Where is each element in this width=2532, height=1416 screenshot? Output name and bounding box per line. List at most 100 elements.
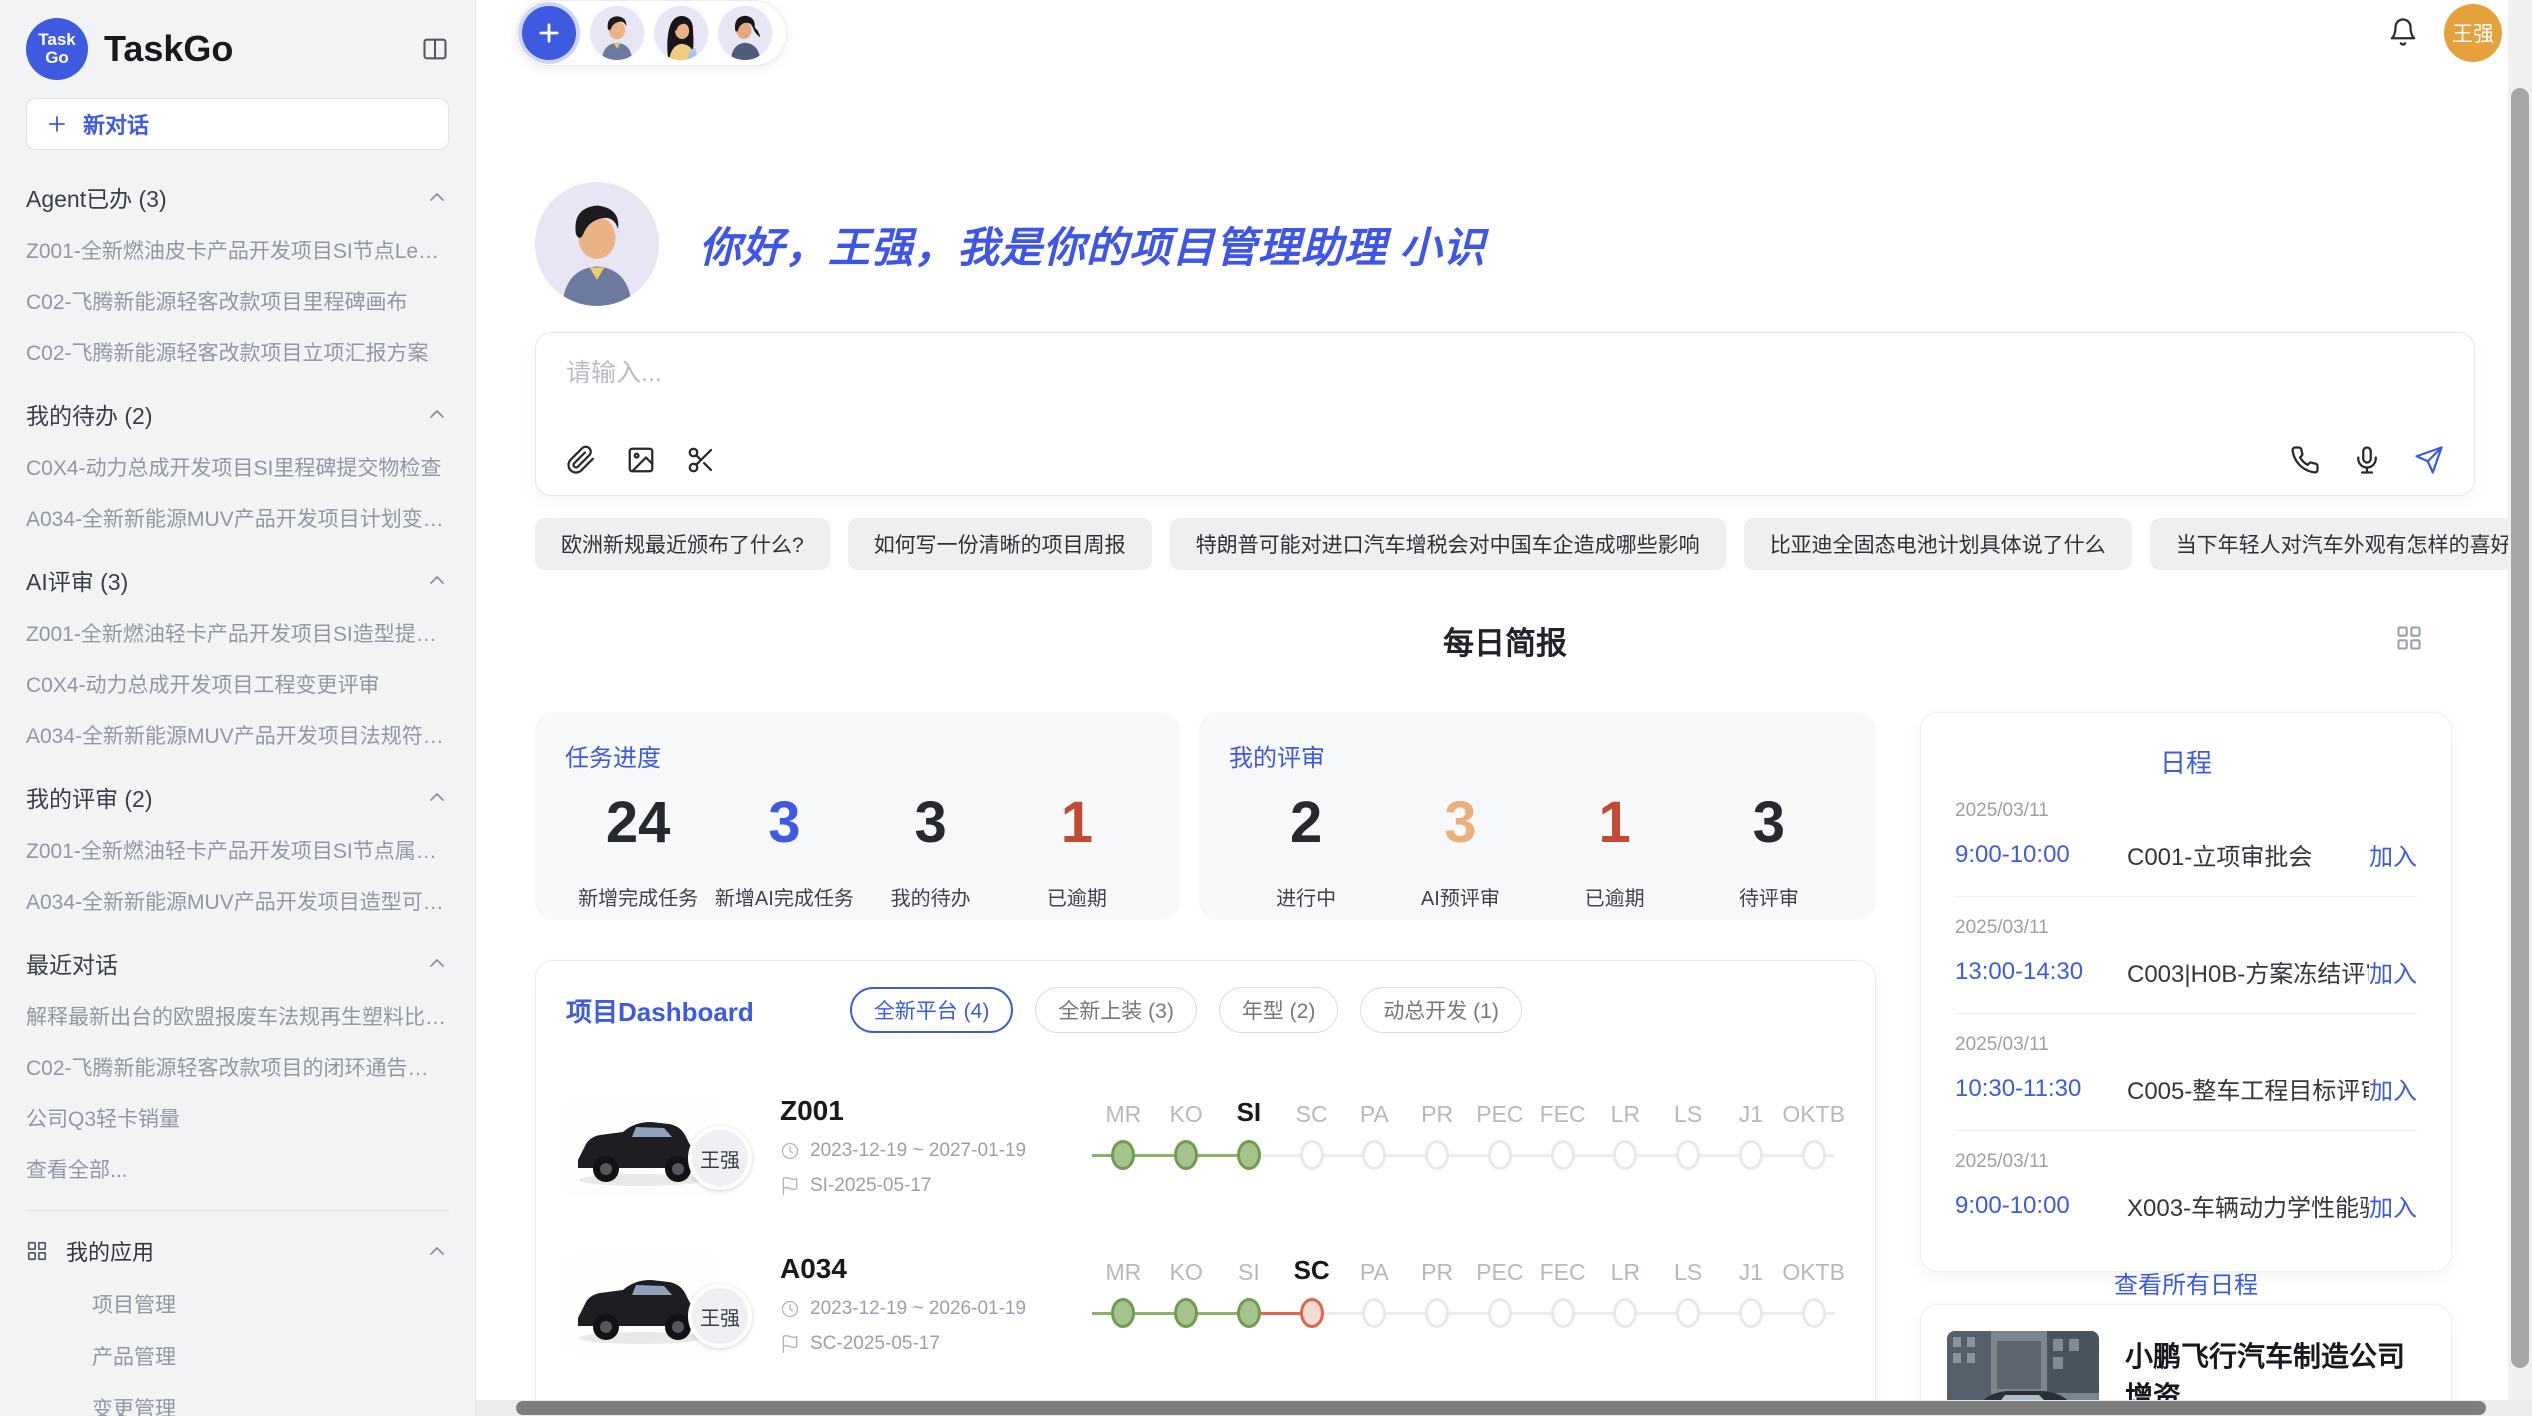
join-meeting-button[interactable]: 加入 [2369, 1188, 2417, 1223]
section-header-my-review[interactable]: 我的评审 (2) [26, 780, 449, 814]
sidebar-item[interactable]: C02-飞腾新能源轻客改款项目的闭环通告反馈情况 [26, 1052, 449, 1082]
sidebar-item[interactable]: C0X4-动力总成开发项目SI里程碑提交物检查 [26, 452, 449, 482]
sidebar-item[interactable]: A034-全新新能源MUV产品开发项目法规符合性评审 [26, 720, 449, 750]
milestone-label: MR [1105, 1252, 1141, 1286]
milestone-label: LR [1611, 1094, 1640, 1128]
milestone-label: J1 [1739, 1094, 1763, 1128]
clock-icon [780, 1299, 800, 1319]
milestone-dot [1237, 1298, 1261, 1328]
milestone-cell: LS [1657, 1094, 1720, 1198]
dashboard-filters: 全新平台 (4) 全新上装 (3) 年型 (2) 动总开发 (1) [850, 987, 1522, 1033]
sidebar-item[interactable]: A034-全新新能源MUV产品开发项目计划变更表编写 [26, 503, 449, 533]
milestone-dot [1488, 1140, 1512, 1170]
join-meeting-button[interactable]: 加入 [2369, 1071, 2417, 1106]
sidebar-item[interactable]: 解释最新出台的欧盟报废车法规再生塑料比例被调至15%... [26, 1001, 449, 1031]
section-header-ai-review[interactable]: AI评审 (3) [26, 563, 449, 597]
milestone-label: PEC [1476, 1094, 1523, 1128]
insert-image-button[interactable] [626, 445, 656, 475]
stat-value: 1 [1538, 787, 1692, 860]
project-milestone-date: SC-2025-05-17 [810, 1333, 940, 1355]
collapse-sidebar-icon[interactable] [421, 35, 449, 63]
attach-file-button[interactable] [566, 445, 596, 475]
notifications-button[interactable] [2388, 17, 2418, 50]
stat-value: 3 [711, 787, 857, 860]
assistant-avatar-3[interactable] [718, 6, 772, 60]
event-date: 2025/03/11 [1955, 1151, 2417, 1173]
suggestion-chip[interactable]: 欧洲新规最近颁布了什么? [535, 518, 830, 570]
milestone-timeline: MR KO SI SC PA PR PEC FEC LR LS [1092, 1094, 1845, 1198]
event-title: C003|H0B-方案冻结评审 [2127, 954, 2369, 989]
milestone-cell: SI [1218, 1252, 1281, 1356]
milestone-cell: LR [1594, 1094, 1657, 1198]
filter-tab-powertrain[interactable]: 动总开发 (1) [1360, 987, 1522, 1033]
view-all-schedule-link[interactable]: 查看所有日程 [2114, 1265, 2258, 1300]
horizontal-scrollbar-track[interactable] [476, 1400, 2532, 1416]
sidebar-item[interactable]: C0X4-动力总成开发项目工程变更评审 [26, 669, 449, 699]
sidebar-item-change-mgmt[interactable]: 变更管理 [92, 1393, 449, 1416]
stat-label: AI预评审 [1383, 882, 1537, 911]
card-title: 我的评审 [1229, 738, 1846, 773]
layout-toggle-button[interactable] [2395, 624, 2423, 655]
assistant-avatar-2[interactable] [654, 6, 708, 60]
section-header-agent-done[interactable]: Agent已办 (3) [26, 180, 449, 214]
project-milestone-date: SI-2025-05-17 [810, 1175, 931, 1197]
filter-tab-model-year[interactable]: 年型 (2) [1219, 987, 1339, 1033]
message-input[interactable] [566, 359, 2066, 388]
join-meeting-button[interactable]: 加入 [2369, 837, 2417, 872]
suggestion-chip[interactable]: 当下年轻人对汽车外观有怎样的喜好趋势 [2150, 518, 2532, 570]
milestone-label: PR [1421, 1094, 1453, 1128]
topbar: 王强 [476, 0, 2532, 66]
milestone-cell: LR [1594, 1252, 1657, 1356]
suggestion-chip[interactable]: 如何写一份清晰的项目周报 [848, 518, 1152, 570]
vertical-scrollbar-track[interactable] [2508, 0, 2532, 1400]
section-header-my-todo[interactable]: 我的待办 (2) [26, 397, 449, 431]
milestone-label: LS [1674, 1094, 1702, 1128]
milestone-cell: FEC [1531, 1252, 1594, 1356]
voice-call-button[interactable] [2290, 445, 2320, 475]
send-button[interactable] [2414, 445, 2444, 475]
stat-label: 已逾期 [1538, 882, 1692, 911]
card-title: 任务进度 [565, 738, 1150, 773]
task-progress-card: 任务进度 24新增完成任务 3新增AI完成任务 3我的待办 1已逾期 [535, 712, 1180, 920]
sidebar-item[interactable]: Z001-全新燃油轻卡产品开发项目SI节点属性5D文件评审 [26, 835, 449, 865]
milestone-cell: SI [1218, 1094, 1281, 1198]
sidebar-item-product-mgmt[interactable]: 产品管理 [92, 1341, 449, 1371]
stat: 3我的待办 [858, 787, 1004, 911]
milestone-dot [1174, 1140, 1198, 1170]
send-icon [2414, 445, 2444, 475]
stat: 24新增完成任务 [565, 787, 711, 911]
sidebar-item[interactable]: Z001-全新燃油轻卡产品开发项目SI造型提交物评审 [26, 618, 449, 648]
project-row[interactable]: 王强 A034 2023-12-19 ~ 2026-01-19 SC-2025-… [566, 1225, 1845, 1383]
suggestion-chip[interactable]: 特朗普可能对进口汽车增税会对中国车企造成哪些影响 [1170, 518, 1726, 570]
sidebar-item[interactable]: Z001-全新燃油皮卡产品开发项目SI节点Lesson Learn报告 [26, 235, 449, 265]
stat-value: 3 [858, 787, 1004, 860]
assistant-avatar-1[interactable] [590, 6, 644, 60]
logo-text-top: Task [38, 31, 76, 49]
sidebar-item[interactable]: C02-飞腾新能源轻客改款项目里程碑画布 [26, 286, 449, 316]
daily-briefing-title: 每日简报 [1443, 626, 1567, 661]
sidebar-item[interactable]: 公司Q3轻卡销量 [26, 1103, 449, 1133]
section-header-recent-chats[interactable]: 最近对话 [26, 946, 449, 980]
user-avatar[interactable]: 王强 [2444, 4, 2502, 62]
new-chat-button[interactable]: 新对话 [26, 98, 449, 150]
filter-tab-new-body[interactable]: 全新上装 (3) [1035, 987, 1197, 1033]
sidebar-item-my-apps[interactable]: 我的应用 [26, 1235, 449, 1267]
event-date: 2025/03/11 [1955, 800, 2417, 822]
view-all-chats-link[interactable]: 查看全部... [26, 1154, 449, 1184]
sidebar-item[interactable]: A034-全新新能源MUV产品开发项目造型可行性评审 [26, 886, 449, 916]
sidebar-item-project-mgmt[interactable]: 项目管理 [92, 1289, 449, 1319]
milestone-dot [1802, 1298, 1826, 1328]
project-row[interactable]: 王强 Z001 2023-12-19 ~ 2027-01-19 SI-2025-… [566, 1067, 1845, 1225]
join-meeting-button[interactable]: 加入 [2369, 954, 2417, 989]
screenshot-button[interactable] [686, 445, 716, 475]
sidebar-item[interactable]: C02-飞腾新能源轻客改款项目立项汇报方案 [26, 337, 449, 367]
horizontal-scrollbar-thumb[interactable] [516, 1401, 2486, 1415]
event-time: 10:30-11:30 [1955, 1075, 2127, 1103]
add-assistant-button[interactable] [522, 6, 576, 60]
filter-tab-new-platform[interactable]: 全新平台 (4) [850, 987, 1014, 1033]
milestone-dot [1676, 1140, 1700, 1170]
suggestion-chip[interactable]: 比亚迪全固态电池计划具体说了什么 [1744, 518, 2132, 570]
vertical-scrollbar-thumb[interactable] [2511, 88, 2529, 1368]
stat-label: 待评审 [1692, 882, 1846, 911]
microphone-button[interactable] [2352, 445, 2382, 475]
